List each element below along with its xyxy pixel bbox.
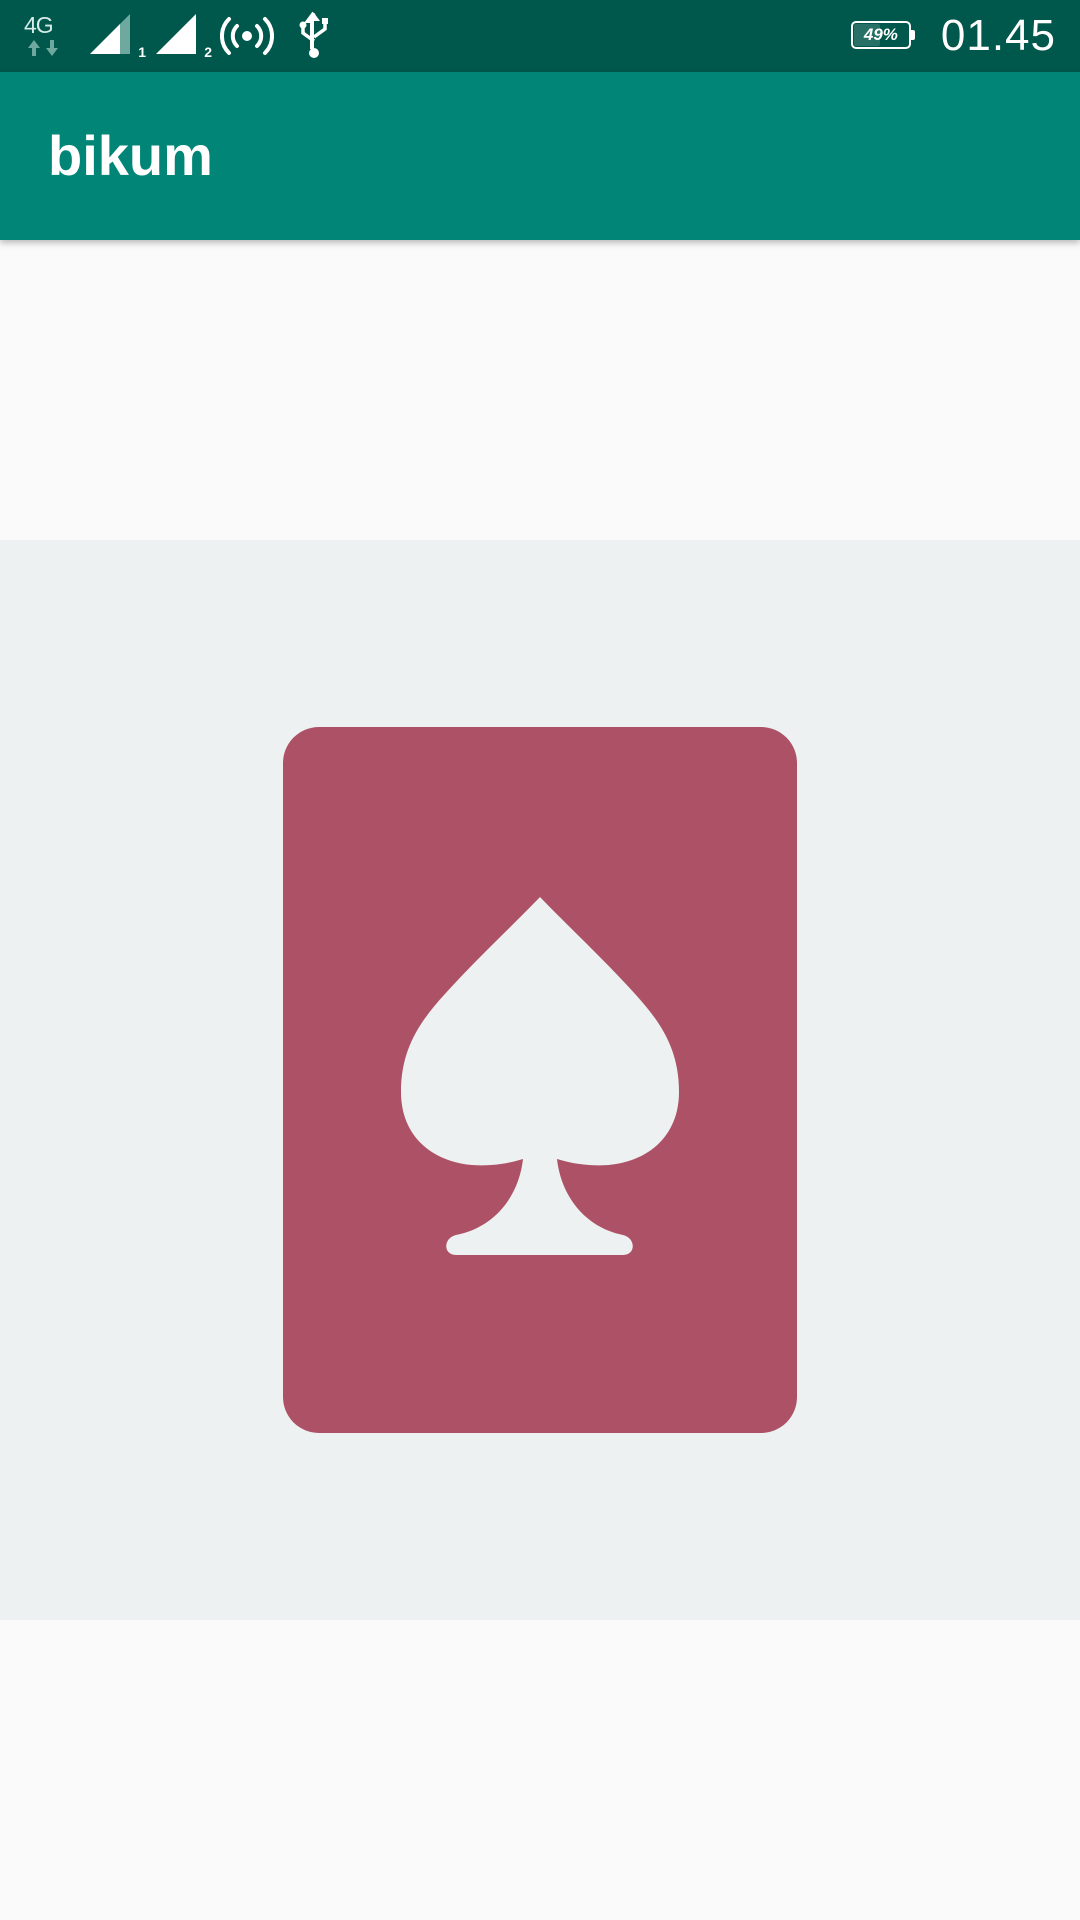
signal-strength-icon: 1 xyxy=(88,12,146,60)
4g-data-icon: 4G xyxy=(24,12,64,60)
hotspot-icon xyxy=(220,17,274,55)
status-icons-left: 4G 1 2 xyxy=(24,0,354,72)
app-bar: bikum xyxy=(0,72,1080,240)
status-icons-right: 49% 01.45 xyxy=(850,0,1056,72)
battery-icon: 49% xyxy=(850,21,917,51)
card-panel[interactable] xyxy=(0,540,1080,1620)
battery-tip xyxy=(910,30,915,40)
sim2-label: 2 xyxy=(204,44,212,60)
signal-strength-icon: 2 xyxy=(154,12,212,60)
data-arrows-icon xyxy=(28,40,58,56)
battery-percent: 49% xyxy=(863,25,898,44)
sim1-label: 1 xyxy=(138,44,146,60)
signal-sim2-icon xyxy=(156,14,196,54)
clock: 01.45 xyxy=(940,11,1056,60)
usb-icon xyxy=(299,11,328,58)
playing-card[interactable] xyxy=(283,727,797,1433)
spade-icon xyxy=(401,897,679,1255)
status-bar: 4G 1 2 49% 01.45 xyxy=(0,0,1080,72)
app-title: bikum xyxy=(48,124,213,187)
signal-sim1-icon xyxy=(90,14,130,54)
network-type-label: 4G xyxy=(24,12,54,38)
